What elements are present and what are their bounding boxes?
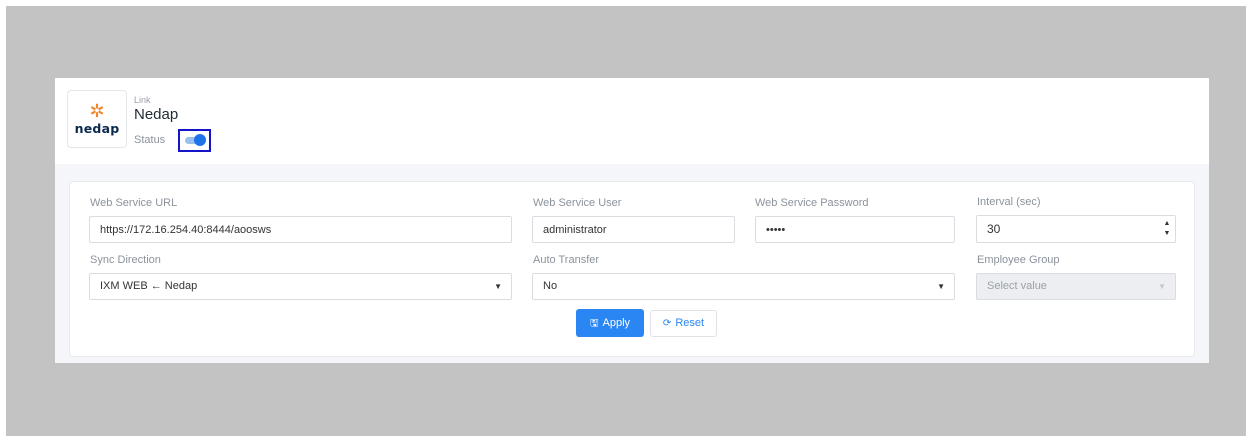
reset-label: Reset xyxy=(675,317,705,329)
employee-group-label: Employee Group xyxy=(977,254,1060,266)
web-service-password-label: Web Service Password xyxy=(755,197,869,209)
toggle-knob xyxy=(194,134,206,146)
employee-group-select[interactable]: Select value ▼ xyxy=(976,273,1176,300)
web-service-url-label: Web Service URL xyxy=(90,197,178,209)
sync-direction-select[interactable]: IXM WEB ← Nedap ▼ xyxy=(89,273,512,300)
web-service-url-input[interactable] xyxy=(89,216,512,243)
auto-transfer-select[interactable]: No ▼ xyxy=(532,273,955,300)
employee-group-placeholder: Select value xyxy=(987,280,1047,292)
auto-transfer-label: Auto Transfer xyxy=(533,254,600,266)
apply-button[interactable]: 🖫 Apply xyxy=(576,309,644,337)
sync-direction-label: Sync Direction xyxy=(90,254,161,266)
interval-value: 30 xyxy=(987,222,1001,236)
web-service-user-label: Web Service User xyxy=(533,197,622,209)
web-service-user-input[interactable] xyxy=(532,216,735,243)
chevron-down-icon: ▼ xyxy=(494,282,502,291)
stepper-arrows-icon[interactable]: ▲ ▼ xyxy=(1160,219,1174,239)
link-header: ✲ nedap Link Nedap Status xyxy=(55,78,1209,164)
interval-label: Interval (sec) xyxy=(977,196,1041,208)
settings-form: Web Service URL Web Service User Web Ser… xyxy=(69,181,1195,357)
link-caption: Link xyxy=(134,95,151,105)
stepper-up-icon[interactable]: ▲ xyxy=(1160,219,1174,229)
refresh-icon: ⟳ xyxy=(662,318,672,329)
link-name: Nedap xyxy=(134,106,179,123)
logo-wordmark: nedap xyxy=(74,121,120,136)
interval-input[interactable]: 30 ▲ ▼ xyxy=(976,215,1176,243)
reset-button[interactable]: ⟳ Reset xyxy=(650,310,717,337)
chevron-down-icon: ▼ xyxy=(937,282,945,291)
chevron-down-icon: ▼ xyxy=(1158,282,1166,291)
save-icon: 🖫 xyxy=(589,318,599,329)
apply-label: Apply xyxy=(602,317,631,329)
status-label: Status xyxy=(134,134,166,146)
auto-transfer-value: No xyxy=(543,280,558,292)
nedap-logo: ✲ nedap xyxy=(67,90,127,148)
web-service-password-input[interactable] xyxy=(755,216,955,243)
nedap-star-icon: ✲ xyxy=(89,101,105,121)
sync-direction-value: IXM WEB ← Nedap xyxy=(100,280,198,292)
link-panel: ✲ nedap Link Nedap Status Web Service UR… xyxy=(55,78,1209,363)
status-toggle[interactable] xyxy=(178,129,211,152)
stepper-down-icon[interactable]: ▼ xyxy=(1160,229,1174,239)
